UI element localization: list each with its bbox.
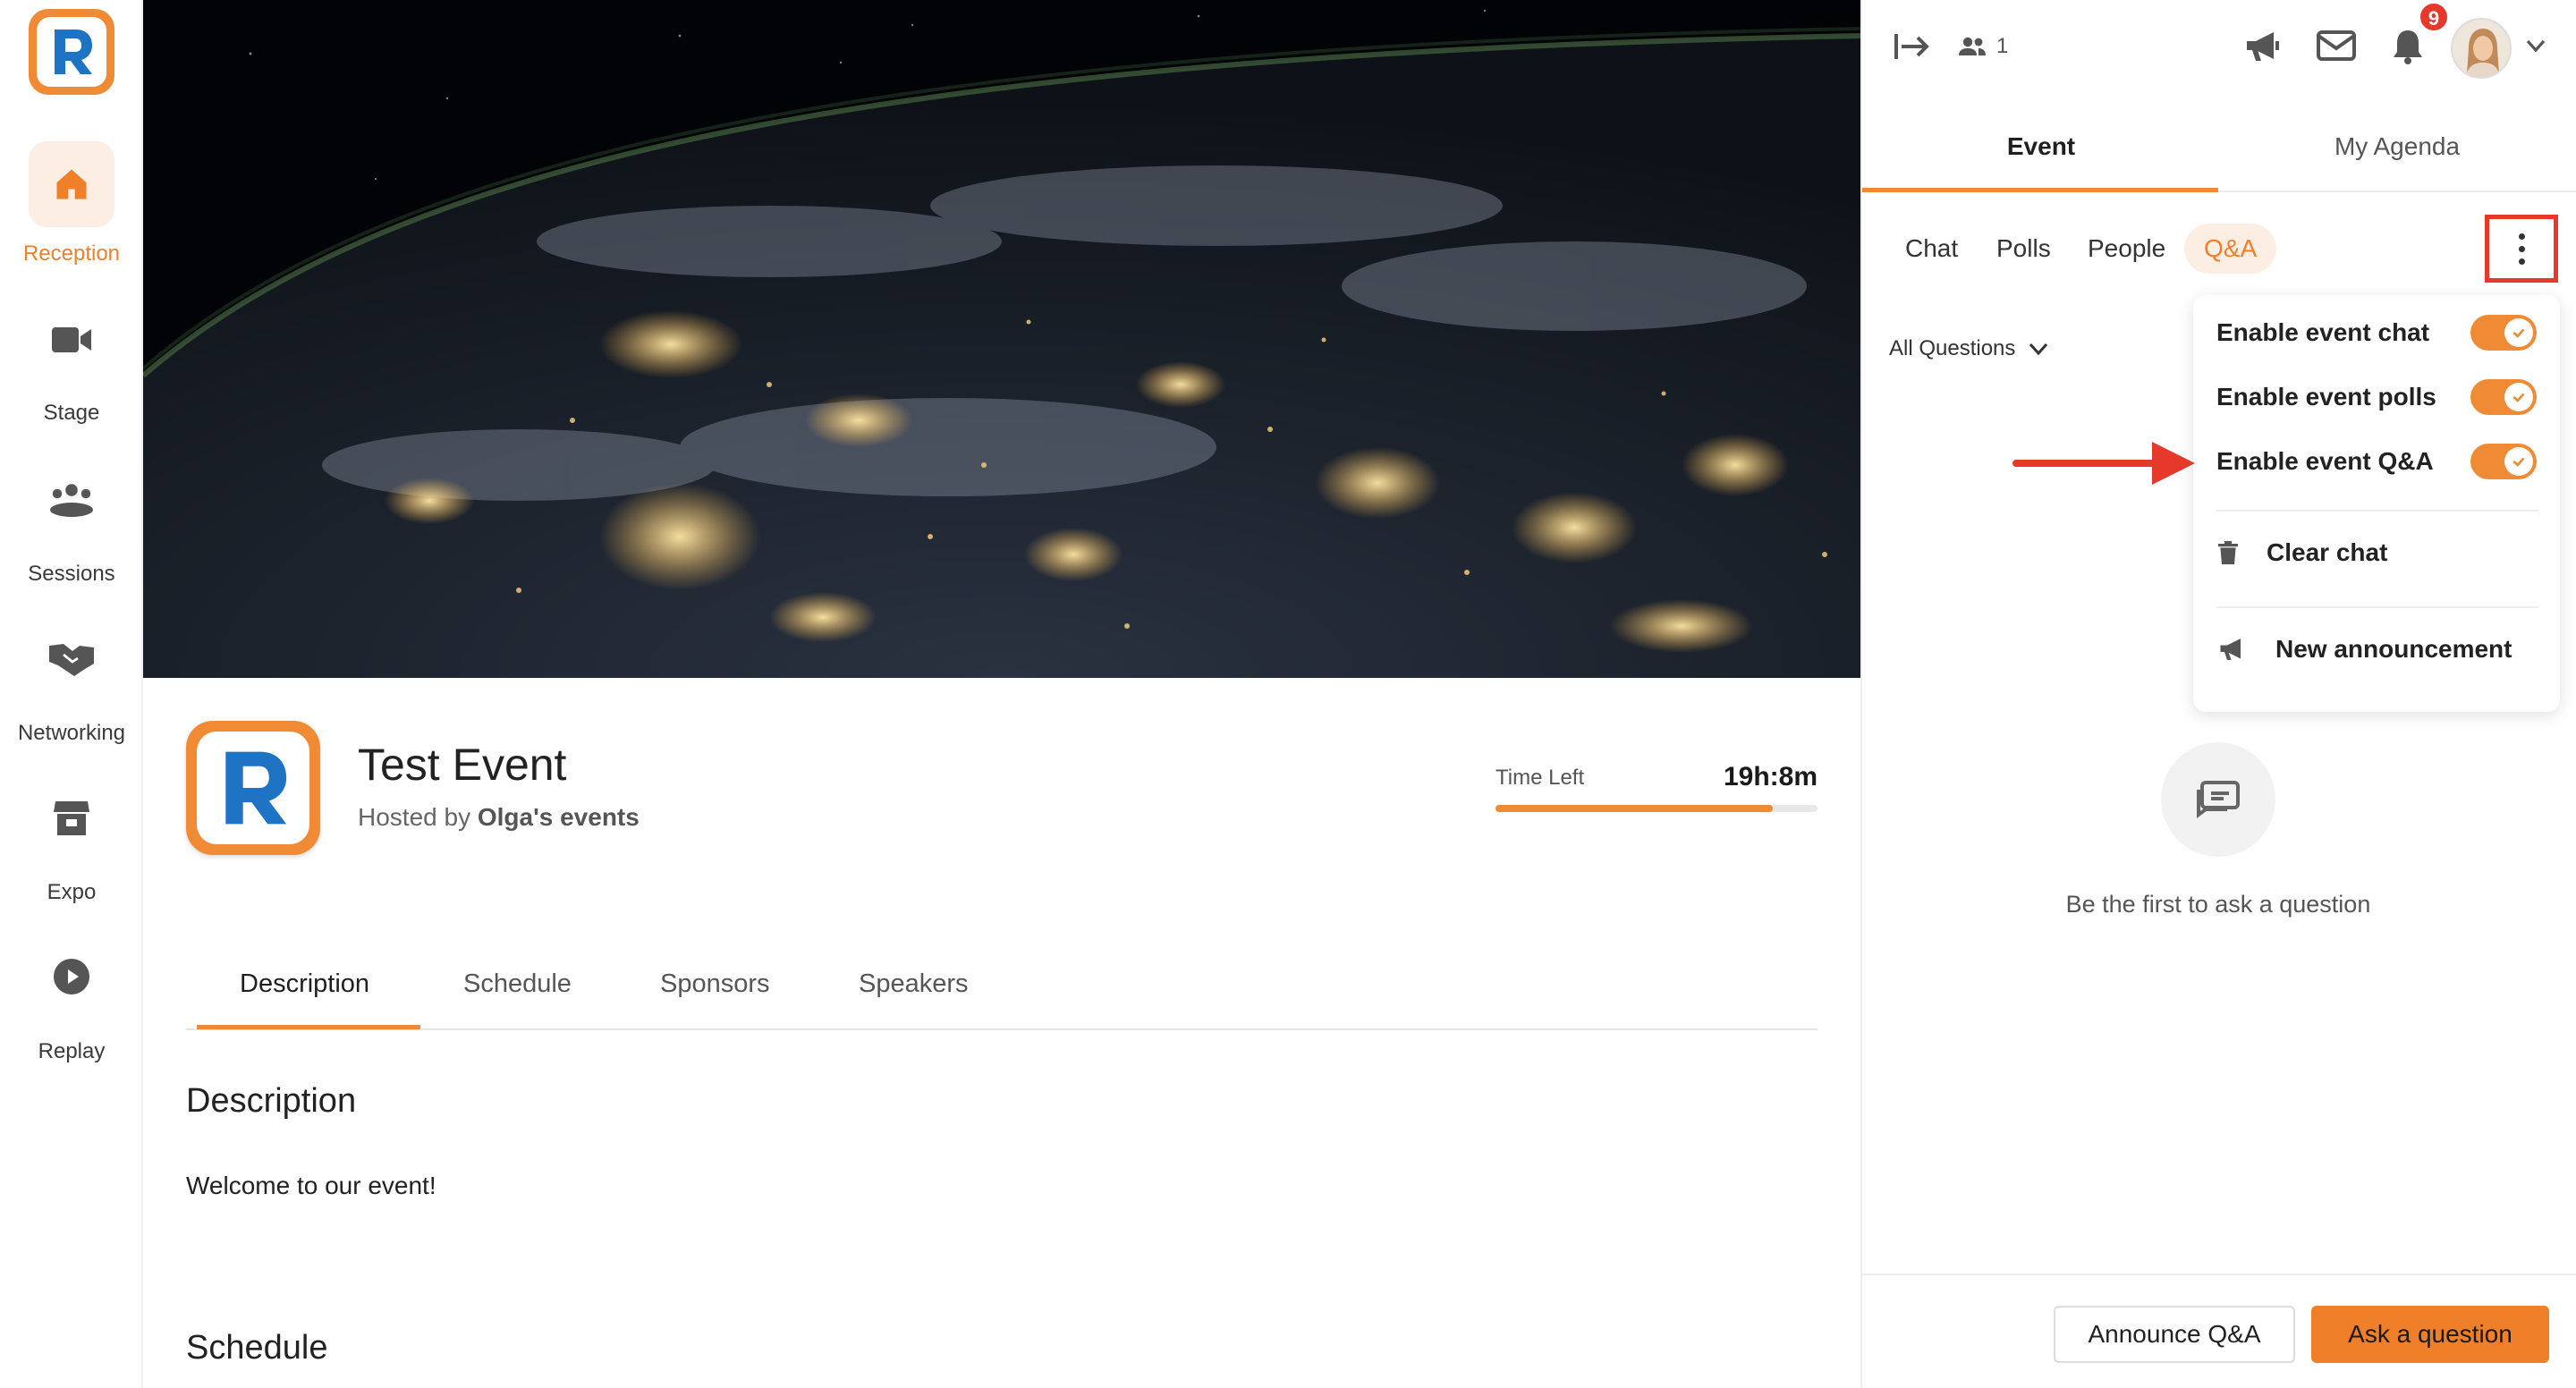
sidebar-item-label: Stage: [43, 401, 100, 425]
subtab-people[interactable]: People: [2088, 234, 2165, 263]
panel-footer-divider: [1862, 1274, 2576, 1275]
chevron-down-icon: [2029, 343, 2048, 356]
sidebar-item-networking[interactable]: Networking: [0, 621, 143, 773]
sidebar-item-sessions[interactable]: Sessions: [0, 461, 143, 614]
subtab-polls[interactable]: Polls: [1996, 234, 2051, 263]
time-left-progress: [1496, 805, 1818, 812]
enable-qa-label: Enable event Q&A: [2216, 447, 2434, 475]
enable-chat-toggle[interactable]: [2470, 315, 2537, 351]
collapse-panel-icon[interactable]: [1894, 32, 1930, 61]
ask-question-button[interactable]: Ask a question: [2311, 1306, 2549, 1363]
menu-divider: [2216, 510, 2538, 512]
enable-polls-toggle[interactable]: [2470, 379, 2537, 415]
annotation-arrow: [2012, 442, 2195, 485]
enable-qa-toggle[interactable]: [2470, 444, 2537, 479]
host-name[interactable]: Olga's events: [478, 803, 640, 831]
more-options-button[interactable]: [2485, 215, 2558, 283]
attendee-count: 1: [1996, 34, 2009, 58]
sidebar-item-label: Sessions: [28, 562, 115, 586]
event-logo: [186, 721, 320, 855]
question-empty-icon: [2161, 742, 2275, 857]
active-panel-tab-indicator: [1862, 188, 2218, 192]
questions-filter-dropdown[interactable]: All Questions: [1889, 336, 2048, 361]
megaphone-icon[interactable]: [2243, 29, 2283, 64]
brand-logo[interactable]: [29, 9, 114, 95]
schedule-heading: Schedule: [186, 1329, 328, 1367]
active-tab-indicator: [197, 1025, 420, 1029]
subtab-chat[interactable]: Chat: [1905, 234, 1958, 263]
empty-state-text: Be the first to ask a question: [2065, 891, 2371, 918]
sidebar-item-reception[interactable]: Reception: [0, 141, 143, 293]
filter-label: All Questions: [1889, 336, 2016, 360]
mail-icon[interactable]: [2317, 30, 2356, 61]
sidebar-item-label: Reception: [22, 241, 121, 266]
description-heading: Description: [186, 1082, 357, 1120]
notification-badge: 9: [2419, 2, 2449, 32]
new-announcement-button[interactable]: New announcement: [2216, 635, 2512, 664]
sidebar-item-expo[interactable]: Expo: [0, 780, 143, 932]
announce-qa-button[interactable]: Announce Q&A: [2054, 1306, 2295, 1363]
storefront-icon: [29, 774, 114, 860]
enable-chat-label: Enable event chat: [2216, 318, 2430, 346]
group-icon: [29, 456, 114, 542]
kebab-dot: [2518, 258, 2525, 265]
megaphone-icon: [2220, 639, 2241, 660]
new-announcement-label: New announcement: [2275, 635, 2512, 663]
sidebar-item-stage[interactable]: Stage: [0, 302, 143, 454]
clear-chat-label: Clear chat: [2267, 538, 2388, 566]
event-title: Test Event: [358, 740, 567, 790]
home-icon: [29, 141, 114, 227]
sidebar-item-replay[interactable]: Replay: [0, 939, 143, 1091]
video-camera-icon: [29, 297, 114, 383]
tab-event[interactable]: Event: [1862, 132, 2220, 161]
time-left-value: 19h:8m: [1723, 762, 1818, 791]
sidebar-nav: Reception Stage Sessions Networking Expo…: [0, 0, 143, 1388]
event-banner-image: [143, 0, 1860, 678]
avatar[interactable]: [2451, 18, 2512, 79]
sidebar-item-label: Expo: [47, 880, 97, 904]
panel-options-menu: Enable event chat Enable event polls Ena…: [2193, 295, 2560, 712]
kebab-dot: [2518, 245, 2525, 252]
event-tabs: Description Schedule Sponsors Speakers: [186, 948, 1818, 1030]
trash-icon: [2218, 541, 2238, 564]
time-left-progress-fill: [1496, 805, 1773, 812]
tab-speakers[interactable]: Speakers: [859, 969, 969, 999]
subtab-qa[interactable]: Q&A: [2184, 224, 2277, 274]
check-icon: [2512, 393, 2525, 402]
chevron-down-icon[interactable]: [2526, 39, 2546, 52]
tab-schedule[interactable]: Schedule: [463, 969, 572, 999]
time-left-label: Time Left: [1496, 766, 1585, 790]
tab-my-agenda[interactable]: My Agenda: [2218, 132, 2576, 161]
bell-icon[interactable]: [2392, 29, 2424, 64]
menu-divider: [2216, 606, 2538, 608]
sidebar-item-label: Replay: [38, 1039, 106, 1063]
event-host: Hosted by Olga's events: [358, 803, 640, 832]
clear-chat-button[interactable]: Clear chat: [2216, 538, 2387, 567]
check-icon: [2512, 328, 2525, 338]
sidebar-item-label: Networking: [17, 721, 126, 745]
tab-sponsors[interactable]: Sponsors: [660, 969, 770, 999]
description-text: Welcome to our event!: [186, 1172, 436, 1199]
hosted-by-label: Hosted by: [358, 803, 471, 831]
play-circle-icon: [29, 934, 114, 1020]
enable-polls-label: Enable event polls: [2216, 383, 2436, 410]
tab-description[interactable]: Description: [240, 969, 369, 999]
attendees-icon[interactable]: [1957, 36, 1987, 57]
handshake-icon: [29, 615, 114, 701]
check-icon: [2512, 457, 2525, 467]
kebab-dot: [2518, 233, 2525, 240]
